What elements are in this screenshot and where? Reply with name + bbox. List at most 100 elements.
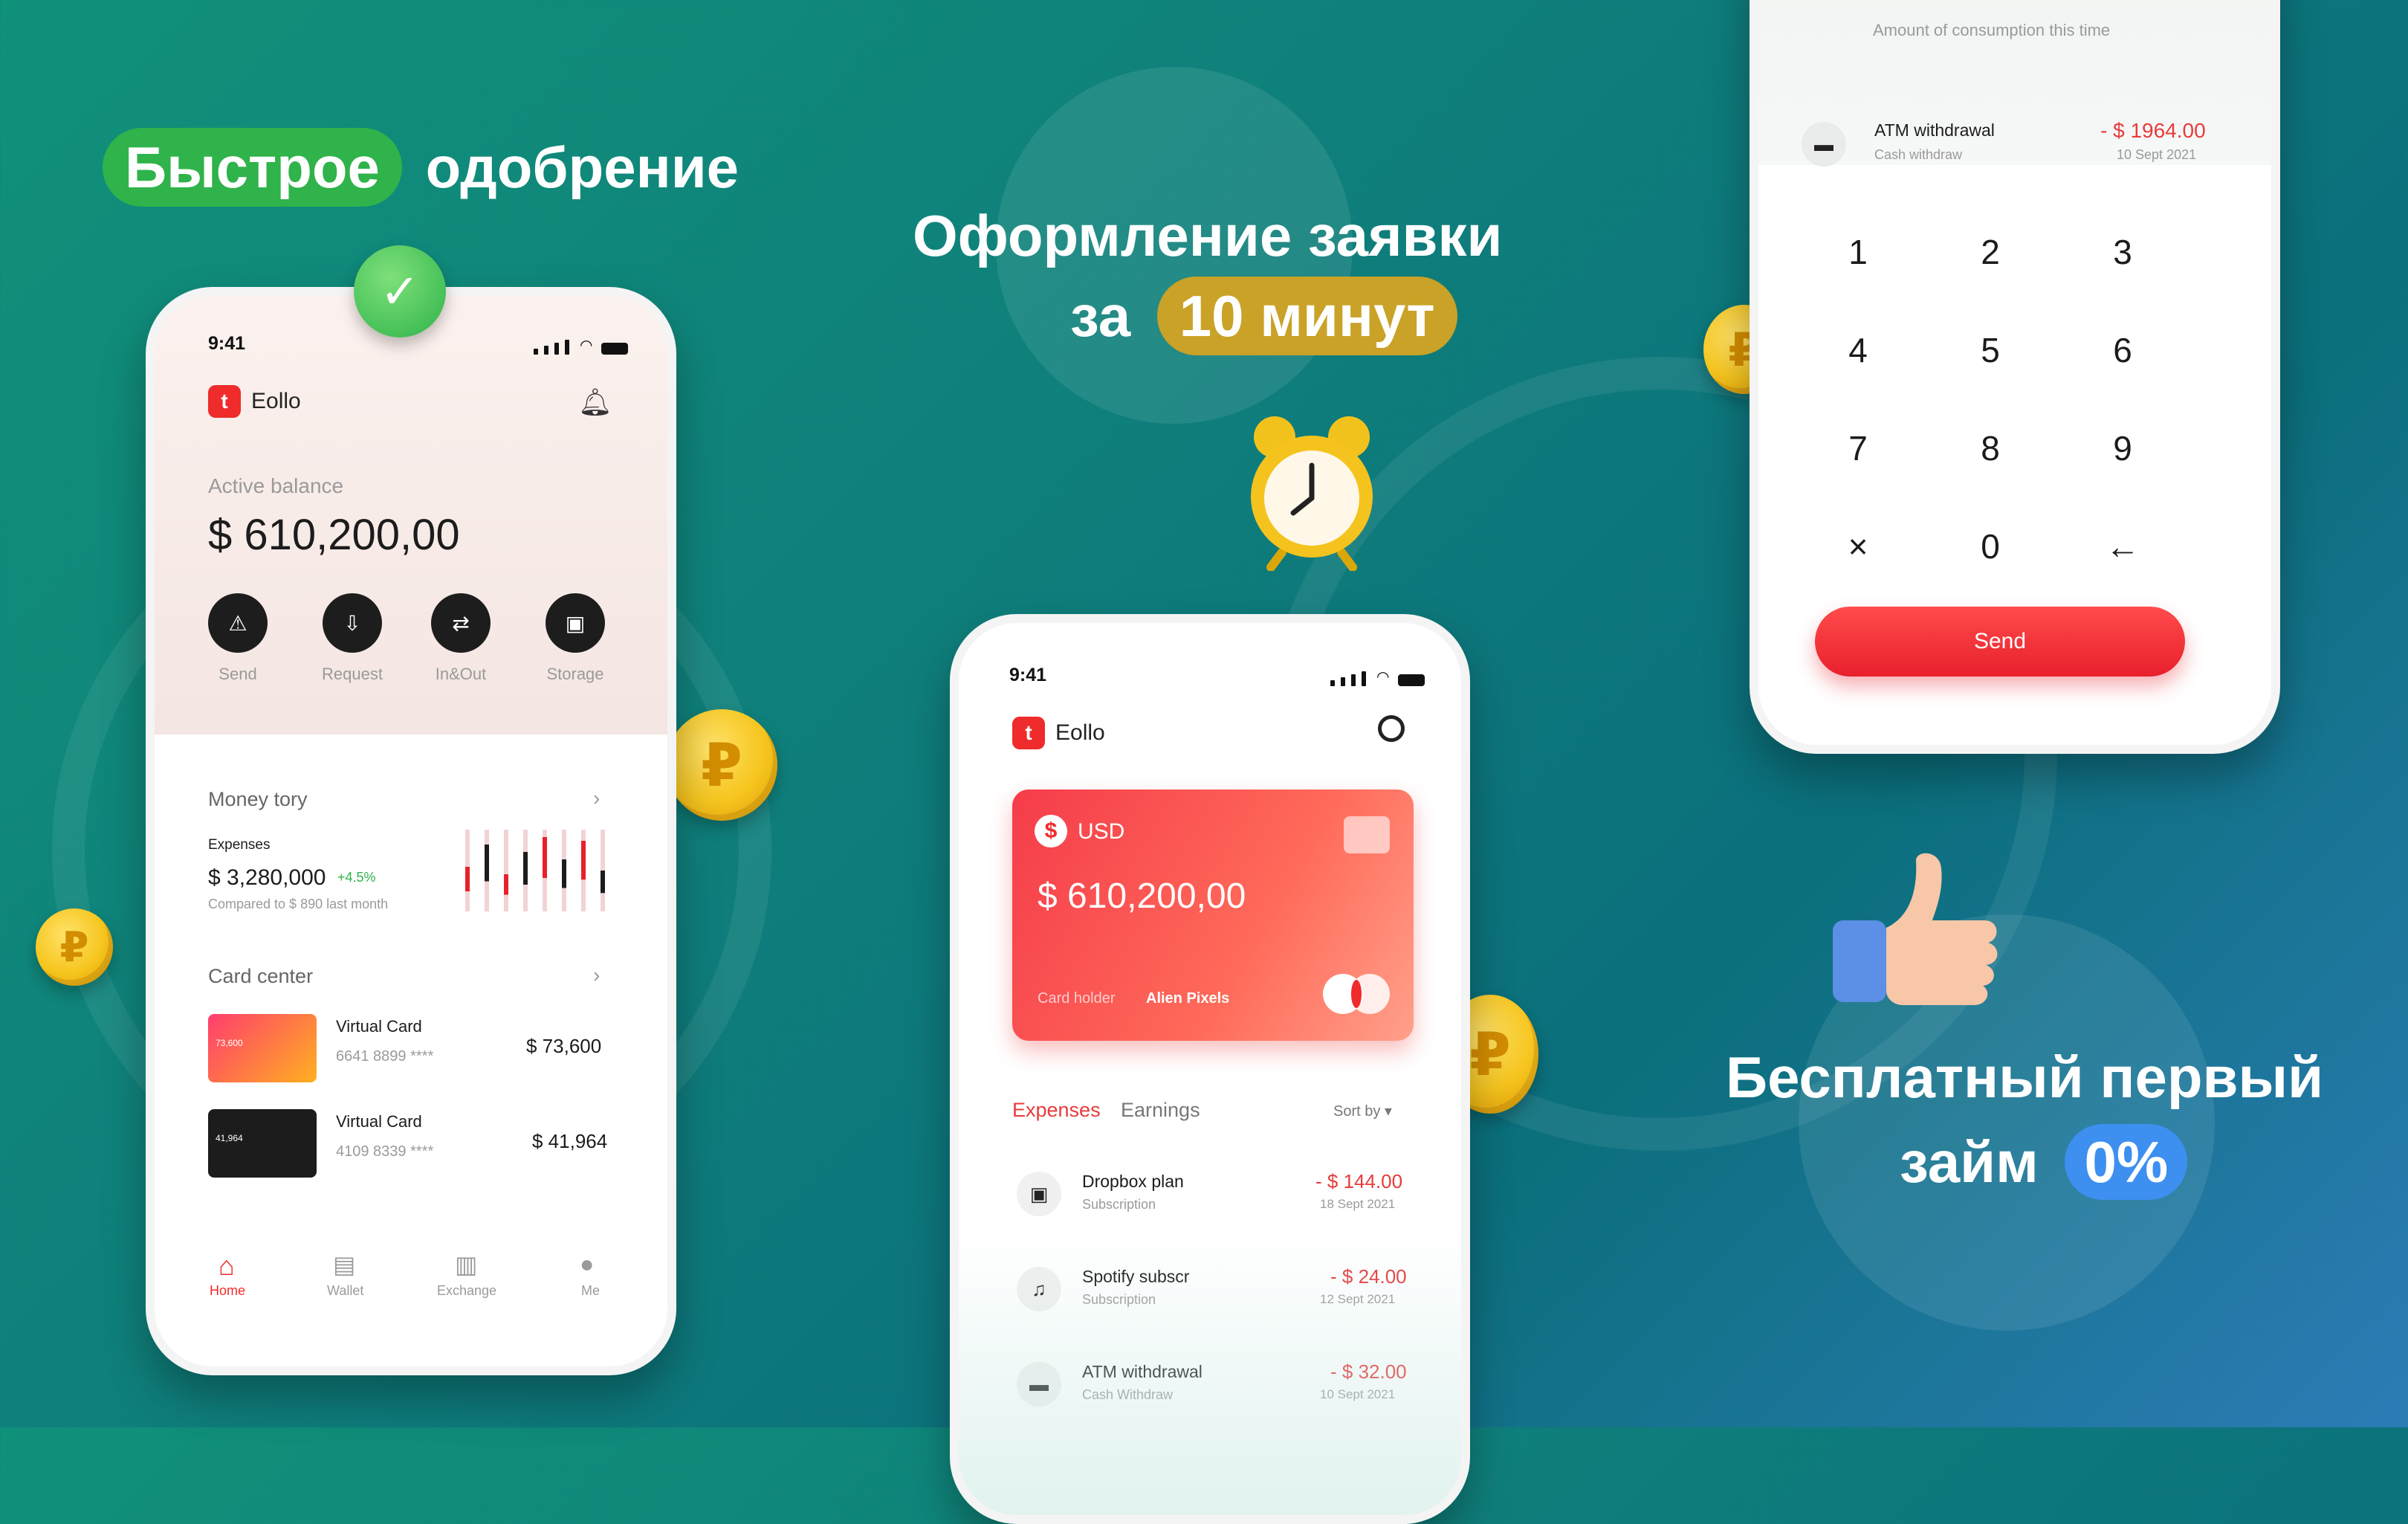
chart-bar [562,859,566,888]
card-balance: $ 610,200,00 [1038,876,1246,916]
keypad-key[interactable]: 7 [1813,428,1903,468]
action-label-storage: Storage [546,665,604,683]
status-time: 9:41 [1009,665,1047,685]
tab-expenses[interactable]: Expenses [1012,1099,1101,1122]
keypad-key[interactable]: 8 [1946,428,2035,468]
headline-free-loan-highlight: 0% [2065,1124,2188,1200]
tx-title: ATM withdrawal [1082,1362,1203,1381]
nav-exchange-icon[interactable]: ▥ [455,1250,477,1279]
wallet-icon: ▬ [1802,122,1846,167]
nav-me-icon[interactable]: ● [580,1250,594,1278]
check-badge-icon: ✓ [354,245,446,338]
nav-me-label[interactable]: Me [581,1283,600,1299]
keypad-key[interactable]: 5 [1946,330,2035,370]
keypad-key[interactable]: 4 [1813,330,1903,370]
action-label-request: Request [322,665,383,683]
headline-free-loan-line2: займ 0% [1900,1124,2188,1200]
card-number: 4109 8339 **** [336,1143,434,1160]
bank-card[interactable]: $ USD $ 610,200,00 Card holder Alien Pix… [1012,790,1414,1041]
card-thumb-amount: 41,964 [216,1133,243,1143]
expenses-bar-chart [465,830,605,911]
headline-application-prefix: за [1070,283,1131,349]
headline-fast-rest: одобрение [425,135,739,200]
nav-wallet-icon[interactable]: ▤ [333,1250,355,1279]
nav-home-icon[interactable]: ⌂ [219,1250,235,1282]
sort-by-label: Sort by [1333,1103,1381,1120]
consumption-label: Amount of consumption this time [1873,21,2111,39]
money-section-title[interactable]: Money tory [208,788,308,811]
card-amount: $ 73,600 [526,1035,602,1057]
nav-home-label[interactable]: Home [210,1283,245,1299]
wifi-icon: ◠ [580,338,593,354]
tab-earnings[interactable]: Earnings [1121,1099,1200,1122]
app-name: Eollo [1055,720,1105,745]
card-center-chevron-icon[interactable]: › [593,963,600,987]
action-label-send: Send [219,665,257,683]
nav-exchange-label[interactable]: Exchange [437,1283,496,1299]
keypad-key[interactable]: 2 [1946,232,2035,272]
headline-application-line1: Оформление заявки [913,203,1503,268]
search-icon[interactable] [1378,715,1405,742]
tx-date: 10 Sept 2021 [1320,1387,1396,1401]
phone-card-screen: 9:41 ◠ t Eollo $ USD $ 610,200,00 Card h… [950,614,1470,1524]
app-name: Eollo [251,389,301,413]
sort-by-dropdown[interactable]: Sort by ▾ [1333,1102,1392,1120]
send-button[interactable]: Send [1815,607,2185,677]
card-thumb-gradient[interactable]: 73,600 [208,1014,317,1082]
chart-bar [581,841,586,880]
keypad-key[interactable]: 1 [1813,232,1903,272]
tx-sub: Subscription [1082,1197,1156,1212]
headline-free-loan-line1: Бесплатный первый [1726,1044,2324,1110]
app-brand: t Eollo [1012,717,1105,749]
tx-title: Dropbox plan [1082,1172,1184,1191]
chart-bar [601,871,605,894]
keypad-key[interactable]: 6 [2078,330,2167,370]
ruble-coin-icon: ₽ [666,709,777,821]
money-chevron-icon[interactable]: › [593,787,600,810]
battery-icon [1398,674,1425,686]
send-action-button[interactable]: ⚠︎ [208,593,268,653]
inout-action-button[interactable]: ⇄ [431,593,491,653]
keypad-key[interactable]: 3 [2078,232,2167,272]
phone-home-screen: 9:41 ◠ t Eollo 🔔︎ Active balance $ 610,2… [146,287,676,1375]
music-note-icon: ♫ [1017,1267,1061,1311]
ruble-coin-icon: ₽ [36,908,113,986]
tx-sub: Subscription [1082,1292,1156,1307]
keypad-key[interactable]: 9 [2078,428,2167,468]
keypad-clear-key[interactable]: × [1813,526,1903,566]
app-brand: t Eollo [208,385,301,418]
tx-title: ATM withdrawal [1874,120,1995,140]
keypad-backspace-key[interactable]: ← [2078,526,2167,566]
tx-sub: Cash Withdraw [1082,1387,1174,1402]
status-bar-icons: ◠ [534,336,629,355]
chart-bar [523,852,528,885]
storage-action-button[interactable]: ▣ [546,593,605,653]
chart-bar [485,845,489,882]
mastercard-logo-icon [1323,974,1390,1014]
card-currency: USD [1078,819,1125,844]
tx-date: 10 Sept 2021 [2117,147,2197,162]
bell-icon[interactable]: 🔔︎ [578,387,612,418]
tx-amount: - $ 24.00 [1330,1265,1407,1288]
request-action-button[interactable]: ⇩ [323,593,382,653]
card-number: 6641 8899 **** [336,1048,434,1065]
headline-free-loan-prefix: займ [1900,1129,2039,1195]
nav-wallet-label[interactable]: Wallet [327,1283,363,1299]
chart-bar [504,874,508,895]
card-holder-label: Card holder [1038,990,1116,1007]
card-thumb-dark[interactable]: 41,964 [208,1109,317,1178]
chart-bar-track [504,830,508,911]
tx-amount: - $ 32.00 [1330,1360,1407,1383]
action-label-inout: In&Out [435,665,487,683]
balance-label: Active balance [208,474,344,497]
thumbs-up-icon [1833,853,1998,1005]
card-name: Virtual Card [336,1112,422,1131]
keypad-key[interactable]: 0 [1946,526,2035,566]
card-center-title[interactable]: Card center [208,965,313,988]
tx-date: 18 Sept 2021 [1320,1197,1396,1211]
tx-date: 12 Sept 2021 [1320,1292,1396,1306]
expenses-compare: Compared to $ 890 last month [208,897,389,911]
battery-icon [601,343,629,355]
phone-send-screen: Amount of consumption this time ▬ ATM wi… [1750,0,2280,754]
card-thumb-amount: 73,600 [216,1038,243,1048]
